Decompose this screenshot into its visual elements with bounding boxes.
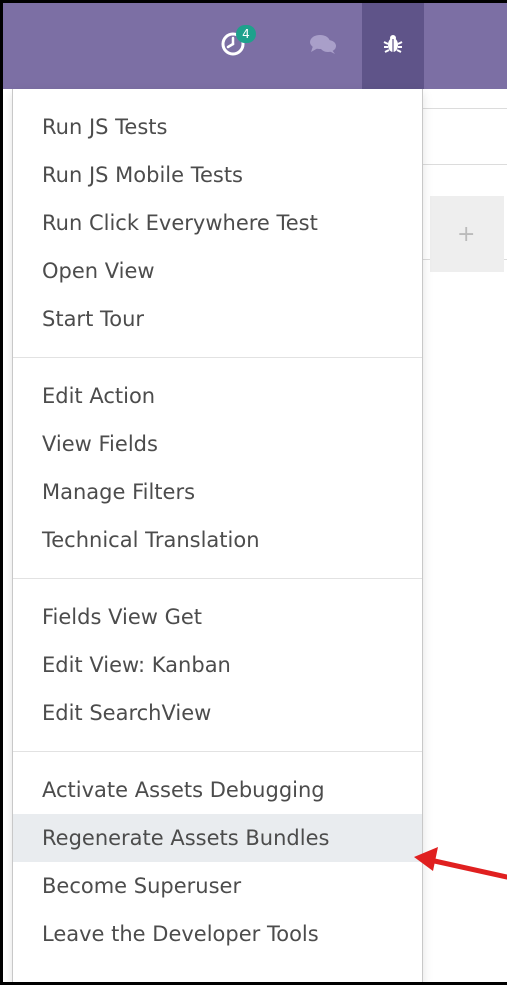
top-navbar: 4 bbox=[3, 3, 507, 89]
menu-section-view: Fields View Get Edit View: Kanban Edit S… bbox=[13, 593, 422, 737]
discuss-button[interactable] bbox=[293, 3, 353, 89]
menu-section-tests: Run JS Tests Run JS Mobile Tests Run Cli… bbox=[13, 103, 422, 343]
debug-menu-button[interactable] bbox=[362, 3, 424, 89]
debug-dropdown-menu: Run JS Tests Run JS Mobile Tests Run Cli… bbox=[12, 89, 423, 982]
add-column-button[interactable]: + bbox=[430, 196, 504, 272]
menu-item-start-tour[interactable]: Start Tour bbox=[13, 295, 422, 343]
menu-item-edit-action[interactable]: Edit Action bbox=[13, 372, 422, 420]
menu-item-fields-view-get[interactable]: Fields View Get bbox=[13, 593, 422, 641]
menu-item-open-view[interactable]: Open View bbox=[13, 247, 422, 295]
bug-icon bbox=[382, 33, 404, 59]
menu-item-run-js-tests[interactable]: Run JS Tests bbox=[13, 103, 422, 151]
activity-count-badge: 4 bbox=[236, 25, 256, 43]
menu-item-edit-view-kanban[interactable]: Edit View: Kanban bbox=[13, 641, 422, 689]
activity-button[interactable]: 4 bbox=[203, 3, 263, 89]
annotation-arrow-icon bbox=[414, 847, 507, 880]
menu-section-developer: Activate Assets Debugging Regenerate Ass… bbox=[13, 766, 422, 958]
menu-item-leave-developer-tools[interactable]: Leave the Developer Tools bbox=[13, 910, 422, 958]
menu-item-run-click-everywhere-test[interactable]: Run Click Everywhere Test bbox=[13, 199, 422, 247]
menu-divider bbox=[13, 751, 422, 752]
menu-section-action: Edit Action View Fields Manage Filters T… bbox=[13, 372, 422, 564]
menu-item-technical-translation[interactable]: Technical Translation bbox=[13, 516, 422, 564]
menu-item-edit-searchview[interactable]: Edit SearchView bbox=[13, 689, 422, 737]
chat-bubbles-icon bbox=[309, 32, 337, 60]
menu-item-manage-filters[interactable]: Manage Filters bbox=[13, 468, 422, 516]
menu-divider bbox=[13, 357, 422, 358]
menu-item-view-fields[interactable]: View Fields bbox=[13, 420, 422, 468]
menu-item-regenerate-assets-bundles[interactable]: Regenerate Assets Bundles bbox=[13, 814, 422, 862]
background-divider bbox=[423, 164, 507, 165]
menu-item-run-js-mobile-tests[interactable]: Run JS Mobile Tests bbox=[13, 151, 422, 199]
plus-icon: + bbox=[457, 221, 476, 247]
background-divider bbox=[423, 108, 507, 109]
menu-divider bbox=[13, 578, 422, 579]
menu-item-become-superuser[interactable]: Become Superuser bbox=[13, 862, 422, 910]
menu-item-activate-assets-debugging[interactable]: Activate Assets Debugging bbox=[13, 766, 422, 814]
